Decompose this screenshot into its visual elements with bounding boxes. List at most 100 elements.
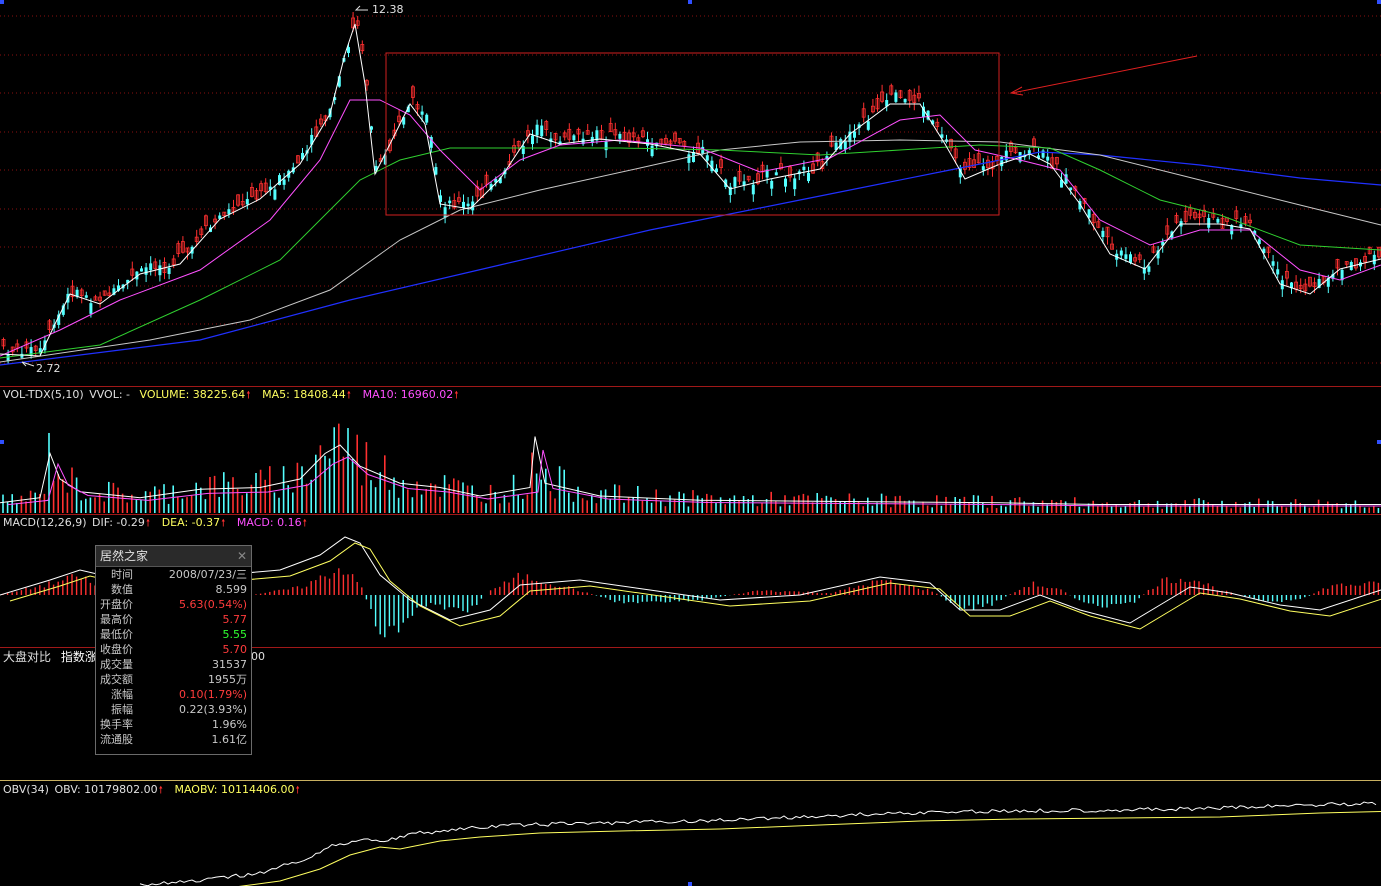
candle-body — [89, 303, 93, 314]
candle-body — [793, 178, 797, 190]
popup-row-label: 最低价 — [100, 628, 133, 641]
popup-row-value: 5.63(0.54%) — [178, 598, 247, 611]
popup-row-value: 1.96% — [212, 718, 247, 731]
popup-row: 振幅 0.22(3.93%) — [96, 702, 251, 717]
candle-body — [853, 131, 856, 138]
candle-body — [1046, 156, 1050, 161]
popup-row: 收盘价 5.70 — [96, 642, 251, 657]
popup-row-value: 8.599 — [215, 583, 248, 596]
candle-body — [843, 141, 847, 150]
candle-body — [692, 151, 695, 163]
popup-row: 时间 2008/07/23/三 — [96, 567, 251, 582]
candle-body — [535, 124, 539, 136]
ma10-line — [0, 99, 1381, 357]
kline-chart[interactable] — [0, 0, 1381, 386]
popup-row: 流通股 1.61亿 — [96, 732, 251, 747]
pane-marker — [0, 0, 4, 4]
candle-body — [149, 263, 153, 271]
candle-body — [420, 111, 424, 115]
high-price-label: 12.38 — [372, 3, 404, 16]
popup-row-value: 5.55 — [222, 628, 248, 641]
popup-row: 涨幅 0.10(1.79%) — [96, 687, 251, 702]
annotation-arrow — [1011, 55, 1198, 94]
candle-body — [733, 177, 737, 187]
candle-body — [981, 166, 985, 171]
popup-row-label: 涨幅 — [111, 688, 133, 701]
obv-pane[interactable] — [0, 781, 1381, 886]
candle-body — [618, 133, 622, 139]
candle-body — [1276, 269, 1280, 275]
popup-row-label: 换手率 — [100, 718, 133, 731]
popup-row-value: 5.70 — [222, 643, 248, 656]
popup-row-label: 流通股 — [100, 733, 133, 746]
candle-body — [1129, 254, 1132, 263]
candle-body — [20, 353, 24, 358]
candle-body — [531, 135, 534, 145]
popup-row-label: 成交量 — [100, 658, 133, 671]
popup-row-label: 最高价 — [100, 613, 133, 626]
highlight-box — [385, 52, 1000, 216]
popup-row-label: 开盘价 — [100, 598, 133, 611]
candle-body — [705, 155, 709, 161]
candle-body — [774, 172, 778, 176]
popup-row-value: 2008/07/23/三 — [168, 568, 247, 581]
candle-body — [158, 265, 162, 276]
high-marker — [354, 5, 368, 11]
popup-row-value: 5.77 — [222, 613, 248, 626]
ma60-line — [0, 139, 1381, 363]
obv-line — [139, 801, 1377, 886]
candle-body — [434, 167, 438, 175]
candle-body — [1101, 230, 1105, 237]
candle-body — [84, 295, 88, 298]
maobv-line — [238, 810, 1381, 886]
candle-body — [802, 166, 806, 170]
volume-pane[interactable] — [0, 387, 1381, 514]
candle-body — [167, 267, 171, 275]
candle-body — [282, 179, 286, 185]
candle-body — [1372, 254, 1376, 265]
candle-body — [770, 180, 774, 189]
popup-row-label: 成交额 — [100, 673, 133, 686]
volume-chart[interactable] — [0, 387, 1381, 514]
candle-body — [604, 141, 608, 151]
kline-pane[interactable]: 12.38 2.72 — [0, 0, 1381, 386]
popup-row-value: 0.22(3.93%) — [178, 703, 247, 716]
candle-body — [1124, 254, 1128, 259]
candle-body — [448, 200, 452, 204]
popup-row-label: 振幅 — [111, 703, 133, 716]
candle-body — [701, 146, 705, 154]
pane-marker — [1377, 0, 1381, 4]
candle-body — [687, 154, 691, 163]
stock-info-popup[interactable]: 居然之家 ✕ 时间 2008/07/23/三 数值 8.599 开盘价 5.63(0.54… — [95, 545, 252, 755]
popup-row-value: 31537 — [212, 658, 247, 671]
candle-body — [227, 209, 231, 214]
popup-row: 最低价 5.55 — [96, 627, 251, 642]
candle-body — [144, 267, 148, 275]
candle-body — [903, 98, 907, 103]
pane-marker — [0, 440, 4, 444]
candle-body — [273, 189, 277, 200]
close-icon[interactable]: ✕ — [237, 546, 247, 566]
pane-marker — [688, 0, 692, 4]
candle-body — [751, 184, 755, 195]
popup-row: 最高价 5.77 — [96, 612, 251, 627]
popup-row: 成交量 31537 — [96, 657, 251, 672]
popup-row-label: 收盘价 — [100, 643, 133, 656]
candle-body — [443, 207, 447, 218]
candle-body — [462, 201, 465, 208]
candle-body — [245, 199, 249, 205]
low-price-label: 2.72 — [36, 362, 61, 375]
candle-body — [784, 178, 787, 187]
obv-chart[interactable] — [0, 781, 1381, 886]
candle-body — [866, 121, 870, 130]
candle-body — [540, 125, 544, 137]
candle-body — [425, 114, 429, 123]
pane-marker — [688, 882, 692, 886]
candle-body — [1207, 218, 1211, 228]
popup-row-value: 0.10(1.79%) — [178, 688, 247, 701]
candle-body — [807, 172, 810, 182]
popup-title-bar[interactable]: 居然之家 ✕ — [96, 546, 251, 567]
popup-row: 成交额 1955万 — [96, 672, 251, 687]
candle-body — [572, 135, 576, 141]
pane-marker — [1377, 440, 1381, 444]
